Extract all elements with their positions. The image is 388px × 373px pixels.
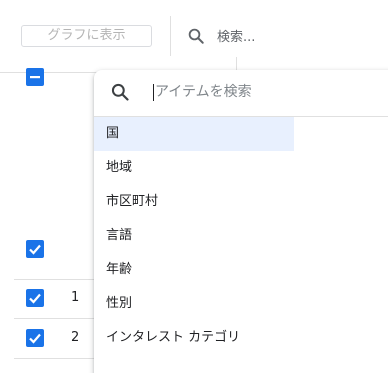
dimension-item-language[interactable]: 言語 (94, 219, 294, 253)
totals-row-checkbox[interactable] (26, 240, 44, 258)
checkbox-checked-icon (29, 293, 41, 304)
dimension-item-city[interactable]: 市区町村 (94, 185, 294, 219)
text-cursor (153, 84, 154, 101)
row-checkbox[interactable] (26, 289, 44, 307)
report-table-view: グラフに表示 検索... 1 2 アイテムを検索 国 地域 市区町村 言語 年齢… (0, 0, 388, 373)
checkbox-checked-icon (29, 333, 41, 344)
dimension-item-gender[interactable]: 性別 (94, 287, 294, 321)
toolbar-divider (170, 16, 171, 56)
item-search-input[interactable] (153, 82, 375, 102)
dimension-item-interest-category[interactable]: インタレスト カテゴリ (94, 321, 294, 355)
row-divider (14, 279, 104, 280)
dimension-item-region[interactable]: 地域 (94, 151, 294, 185)
row-divider (14, 358, 104, 359)
dimension-picker-dropdown: 国 地域 市区町村 言語 年齢 性別 インタレスト カテゴリ (94, 70, 388, 373)
row-divider (14, 318, 104, 319)
search-icon (111, 83, 129, 101)
row-number: 2 (71, 330, 80, 345)
dimension-item-age[interactable]: 年齢 (94, 253, 294, 287)
checkbox-checked-icon (29, 244, 41, 255)
show-in-chart-button[interactable]: グラフに表示 (21, 25, 152, 47)
table-toolbar: グラフに表示 検索... (0, 0, 388, 73)
row-number: 1 (71, 290, 80, 305)
dimension-item-country[interactable]: 国 (94, 117, 294, 151)
table-search-input[interactable]: 検索... (217, 26, 255, 45)
search-icon[interactable] (187, 27, 205, 45)
select-all-checkbox[interactable] (26, 68, 44, 86)
checkbox-indeterminate-icon (30, 76, 40, 79)
dimension-list: 国 地域 市区町村 言語 年齢 性別 インタレスト カテゴリ (94, 117, 388, 355)
row-checkbox[interactable] (26, 329, 44, 347)
